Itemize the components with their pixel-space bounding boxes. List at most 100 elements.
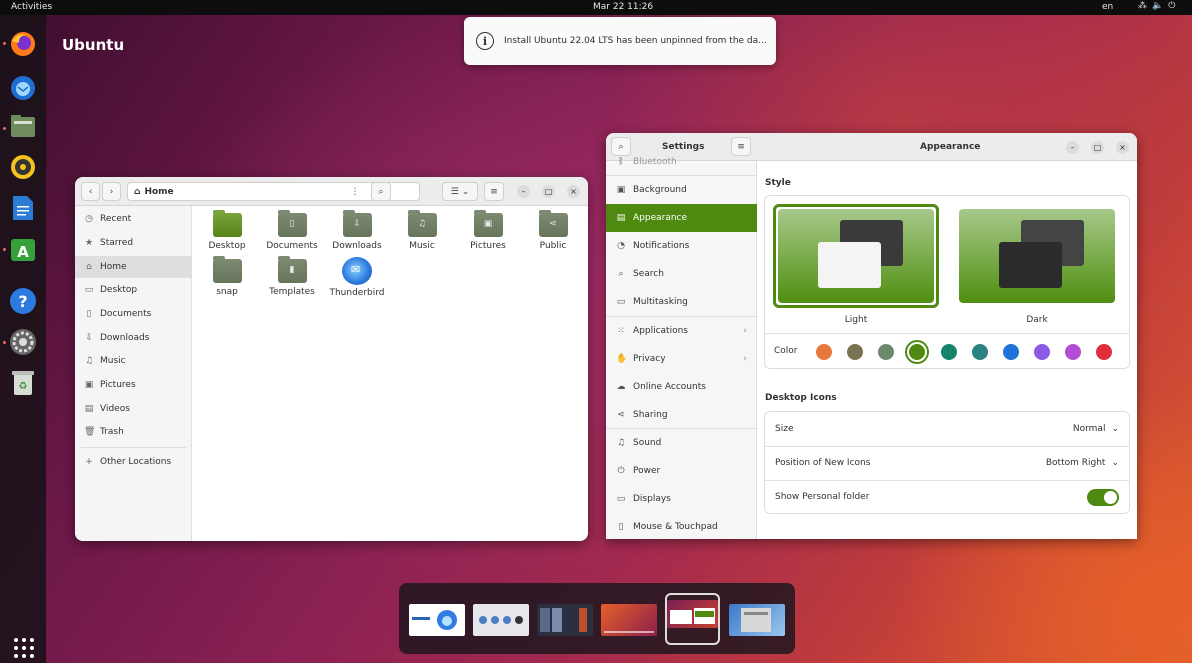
folder-item[interactable]: ⋖ Public bbox=[523, 210, 583, 259]
color-swatch-magenta[interactable] bbox=[1065, 344, 1081, 360]
activities-button[interactable]: Activities bbox=[11, 2, 52, 12]
folder-music-icon: ♫ bbox=[407, 210, 437, 237]
show-apps-button[interactable] bbox=[12, 636, 34, 658]
sidebar-item-desktop[interactable]: ▭ Desktop bbox=[75, 279, 192, 301]
nav-item-sharing[interactable]: ⋖ Sharing bbox=[606, 401, 757, 429]
multitasking-icon: ▭ bbox=[616, 297, 626, 307]
window-thumbnail[interactable] bbox=[473, 604, 529, 636]
nav-item-notifications[interactable]: ◔ Notifications bbox=[606, 232, 757, 260]
nav-item-online-accounts[interactable]: ☁ Online Accounts bbox=[606, 373, 757, 401]
search-button[interactable]: ⌕ bbox=[611, 137, 631, 156]
input-language-indicator[interactable]: en bbox=[1102, 2, 1113, 12]
folder-label: Documents bbox=[266, 241, 318, 251]
plus-icon: + bbox=[85, 457, 93, 467]
list-view-icon: ☰ bbox=[450, 186, 459, 197]
folder-item[interactable]: ▮ Templates bbox=[262, 256, 322, 305]
running-indicator bbox=[3, 127, 6, 130]
folder-label: Pictures bbox=[470, 241, 506, 251]
notification-banner[interactable]: i Install Ubuntu 22.04 LTS has been unpi… bbox=[464, 17, 776, 65]
thunderbird-icon[interactable] bbox=[8, 73, 38, 103]
window-thumbnail[interactable] bbox=[729, 604, 785, 636]
close-button[interactable]: × bbox=[1116, 141, 1129, 154]
color-swatch-blue[interactable] bbox=[1003, 344, 1019, 360]
firefox-icon[interactable] bbox=[8, 29, 38, 59]
nav-item-power[interactable]: ⏻ Power bbox=[606, 457, 757, 485]
menu-button[interactable]: ≡ bbox=[731, 137, 751, 156]
nav-item-mouse-touchpad[interactable]: ▯ Mouse & Touchpad bbox=[606, 513, 757, 539]
folder-item[interactable]: ▣ Pictures bbox=[458, 210, 518, 259]
window-thumbnail[interactable] bbox=[537, 604, 593, 636]
sidebar-item-videos[interactable]: ▤ Videos bbox=[75, 398, 192, 420]
help-icon[interactable]: ? bbox=[8, 286, 38, 316]
chevron-right-icon: › bbox=[743, 326, 747, 336]
folder-item[interactable]: ▯ Documents bbox=[262, 210, 322, 259]
folder-item[interactable]: snap bbox=[197, 256, 257, 305]
settings-window[interactable]: ⌕ Settings ≡ ᛒ Bluetooth ▣ Background ▤ App… bbox=[606, 133, 1137, 539]
minimize-button[interactable]: – bbox=[517, 185, 530, 198]
nav-label: Background bbox=[633, 185, 687, 195]
new-icons-position-row[interactable]: Position of New Icons Bottom Right ⌄ bbox=[765, 446, 1129, 480]
sidebar-item-trash[interactable]: 🗑 Trash bbox=[75, 421, 192, 443]
window-thumbnail[interactable] bbox=[601, 604, 657, 636]
color-swatch-bark[interactable] bbox=[847, 344, 863, 360]
nav-item-appearance[interactable]: ▤ Appearance bbox=[606, 204, 757, 232]
minimize-button[interactable]: – bbox=[1066, 141, 1079, 154]
nav-label: Online Accounts bbox=[633, 382, 706, 392]
color-swatch-prussian-green[interactable] bbox=[972, 344, 988, 360]
nav-item-multitasking[interactable]: ▭ Multitasking bbox=[606, 288, 757, 316]
color-swatch-purple[interactable] bbox=[1034, 344, 1050, 360]
folder-label: Music bbox=[409, 241, 435, 251]
color-swatch-red[interactable] bbox=[1096, 344, 1112, 360]
window-thumbnail[interactable] bbox=[667, 600, 718, 628]
files-icon[interactable] bbox=[8, 111, 38, 141]
theme-dark-option[interactable] bbox=[959, 209, 1115, 303]
theme-light-option[interactable] bbox=[778, 209, 934, 303]
writer-icon[interactable] bbox=[8, 193, 38, 223]
sidebar-item-other-locations[interactable]: + Other Locations bbox=[75, 451, 192, 473]
folder-item[interactable]: Thunderbird bbox=[327, 257, 387, 303]
folder-item[interactable]: Desktop bbox=[197, 210, 257, 259]
maximize-button[interactable]: □ bbox=[542, 185, 555, 198]
rhythmbox-icon[interactable] bbox=[8, 152, 38, 182]
sidebar-item-starred[interactable]: ★ Starred bbox=[75, 232, 192, 254]
icon-size-row[interactable]: Size Normal ⌄ bbox=[765, 412, 1129, 446]
nav-item-applications[interactable]: ⁙ Applications › bbox=[606, 317, 757, 345]
maximize-button[interactable]: □ bbox=[1091, 141, 1104, 154]
color-swatch-orange[interactable] bbox=[816, 344, 832, 360]
color-swatch-viridian[interactable] bbox=[941, 344, 957, 360]
forward-button[interactable]: › bbox=[102, 182, 121, 201]
sidebar-item-pictures[interactable]: ▣ Pictures bbox=[75, 374, 192, 396]
close-button[interactable]: × bbox=[567, 185, 580, 198]
sidebar-item-home[interactable]: ⌂ Home bbox=[75, 256, 192, 278]
nav-item-background[interactable]: ▣ Background bbox=[606, 176, 757, 204]
sidebar-item-documents[interactable]: ▯ Documents bbox=[75, 303, 192, 325]
path-menu-button[interactable]: ⋮ bbox=[346, 182, 364, 201]
color-swatch-olive[interactable] bbox=[909, 344, 925, 360]
search-button[interactable]: ⌕ bbox=[371, 182, 391, 201]
nav-item-displays[interactable]: ▭ Displays bbox=[606, 485, 757, 513]
personal-folder-toggle[interactable] bbox=[1087, 488, 1119, 506]
minimize-icon: – bbox=[521, 187, 526, 196]
window-thumbnail[interactable] bbox=[409, 604, 465, 636]
nav-item-sound[interactable]: ♫ Sound bbox=[606, 429, 757, 457]
app-center-icon[interactable]: A bbox=[8, 234, 38, 264]
sidebar-item-recent[interactable]: ◷ Recent bbox=[75, 208, 192, 230]
system-tray[interactable]: ⁂ 🔈 ⏻ bbox=[1138, 1, 1175, 11]
nav-item-bluetooth[interactable]: ᛒ Bluetooth bbox=[606, 155, 757, 167]
nav-item-privacy[interactable]: ✋ Privacy › bbox=[606, 345, 757, 373]
color-swatch-sage[interactable] bbox=[878, 344, 894, 360]
sidebar-item-downloads[interactable]: ⇩ Downloads bbox=[75, 327, 192, 349]
files-window[interactable]: ‹ › ⌂ Home ⋮ ⌕ ☰ ⌄ ≡ – □ × ◷ Recent ★ Star… bbox=[75, 177, 588, 541]
settings-icon[interactable] bbox=[8, 327, 38, 357]
view-toggle-button[interactable]: ☰ ⌄ bbox=[442, 182, 478, 201]
folder-item[interactable]: ⇩ Downloads bbox=[327, 210, 387, 259]
clock[interactable]: Mar 22 11:26 bbox=[593, 2, 653, 12]
nav-item-search[interactable]: ⌕ Search bbox=[606, 260, 757, 288]
menu-button[interactable]: ≡ bbox=[484, 182, 504, 201]
trash-icon[interactable]: ♻ bbox=[8, 368, 38, 398]
sidebar-item-music[interactable]: ♫ Music bbox=[75, 350, 192, 372]
settings-title: Settings bbox=[662, 142, 705, 152]
back-button[interactable]: ‹ bbox=[81, 182, 100, 201]
style-card: Light Dark Color bbox=[764, 195, 1130, 369]
folder-item[interactable]: ♫ Music bbox=[392, 210, 452, 259]
